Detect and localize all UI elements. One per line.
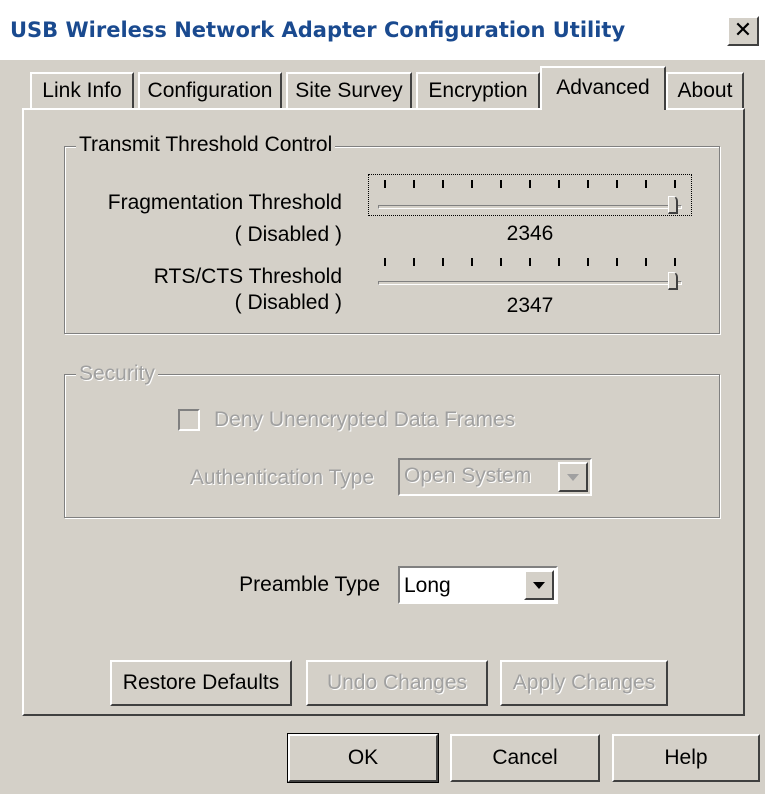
- slider-tick: [587, 258, 589, 266]
- preamble-type-label: Preamble Type: [239, 573, 380, 596]
- tab-label: Link Info: [42, 79, 122, 102]
- fragmentation-threshold-label: Fragmentation Threshold: [107, 191, 342, 214]
- window-title: USB Wireless Network Adapter Configurati…: [10, 18, 626, 42]
- slider-track: [378, 205, 682, 209]
- deny-unencrypted-label: Deny Unencrypted Data Frames: [214, 408, 516, 431]
- close-button[interactable]: ✕: [727, 16, 759, 46]
- rts-cts-threshold-label: RTS/CTS Threshold: [153, 265, 342, 288]
- slider-tick: [587, 180, 589, 188]
- authentication-type-label: Authentication Type: [189, 466, 374, 489]
- tab-advanced[interactable]: Advanced: [540, 66, 666, 116]
- slider-tick: [413, 180, 415, 188]
- slider-tick: [413, 258, 415, 266]
- tab-label: About: [677, 79, 733, 102]
- transmit-threshold-legend: Transmit Threshold Control: [76, 133, 336, 157]
- slider-tick: [500, 258, 502, 266]
- rts-cts-slider[interactable]: [378, 256, 682, 296]
- tab-label: Advanced: [556, 76, 650, 99]
- authentication-dropdown-button[interactable]: [558, 462, 588, 492]
- preamble-dropdown-button[interactable]: [524, 570, 554, 600]
- slider-tick: [674, 180, 676, 188]
- cancel-button[interactable]: Cancel: [450, 734, 600, 782]
- deny-unencrypted-checkbox[interactable]: [178, 409, 200, 431]
- chevron-down-icon: [533, 581, 545, 589]
- fragmentation-slider[interactable]: [378, 176, 682, 216]
- slider-thumb[interactable]: [668, 272, 678, 290]
- rts-cts-status-label: ( Disabled ): [234, 291, 342, 314]
- authentication-type-value: Open System: [404, 464, 532, 487]
- slider-tick: [529, 180, 531, 188]
- tab-link-info[interactable]: Link Info: [30, 72, 134, 110]
- slider-tick: [558, 258, 560, 266]
- slider-tick: [616, 180, 618, 188]
- tab-configuration[interactable]: Configuration: [138, 72, 282, 110]
- fragmentation-value: 2346: [506, 222, 554, 245]
- apply-changes-label: Apply Changes: [512, 671, 656, 694]
- slider-tick: [674, 258, 676, 266]
- security-group: [64, 374, 720, 518]
- security-legend: Security: [76, 362, 158, 386]
- restore-defaults-label: Restore Defaults: [122, 671, 280, 694]
- fragmentation-status-label: ( Disabled ): [234, 223, 342, 246]
- close-icon: ✕: [733, 18, 753, 43]
- ok-label: OK: [347, 746, 379, 769]
- slider-tick: [442, 180, 444, 188]
- undo-changes-button[interactable]: Undo Changes: [306, 660, 488, 706]
- tab-label: Encryption: [428, 79, 528, 102]
- slider-tick: [645, 180, 647, 188]
- slider-track: [378, 281, 682, 285]
- tab-about[interactable]: About: [666, 72, 744, 110]
- slider-tick: [442, 258, 444, 266]
- tab-encryption[interactable]: Encryption: [416, 72, 540, 110]
- preamble-type-value: Long: [404, 574, 451, 597]
- tab-site-survey[interactable]: Site Survey: [286, 72, 412, 110]
- cancel-label: Cancel: [492, 746, 558, 769]
- preamble-type-select[interactable]: Long: [398, 566, 558, 604]
- help-label: Help: [664, 746, 708, 769]
- rts-cts-value: 2347: [506, 294, 554, 317]
- slider-tick: [384, 258, 386, 266]
- slider-tick: [471, 180, 473, 188]
- slider-tick: [500, 180, 502, 188]
- authentication-type-select[interactable]: Open System: [398, 458, 592, 496]
- undo-changes-label: Undo Changes: [326, 671, 468, 694]
- slider-thumb[interactable]: [668, 196, 678, 214]
- tab-label: Configuration: [147, 79, 273, 102]
- slider-tick: [645, 258, 647, 266]
- tab-label: Site Survey: [295, 79, 403, 102]
- slider-tick: [471, 258, 473, 266]
- title-bar: USB Wireless Network Adapter Configurati…: [0, 0, 765, 60]
- slider-tick: [529, 258, 531, 266]
- help-button[interactable]: Help: [612, 734, 760, 782]
- chevron-down-icon: [567, 473, 579, 481]
- slider-tick: [558, 180, 560, 188]
- ok-button[interactable]: OK: [287, 733, 439, 783]
- apply-changes-button[interactable]: Apply Changes: [500, 660, 668, 706]
- slider-tick: [616, 258, 618, 266]
- restore-defaults-button[interactable]: Restore Defaults: [110, 660, 292, 706]
- slider-tick: [384, 180, 386, 188]
